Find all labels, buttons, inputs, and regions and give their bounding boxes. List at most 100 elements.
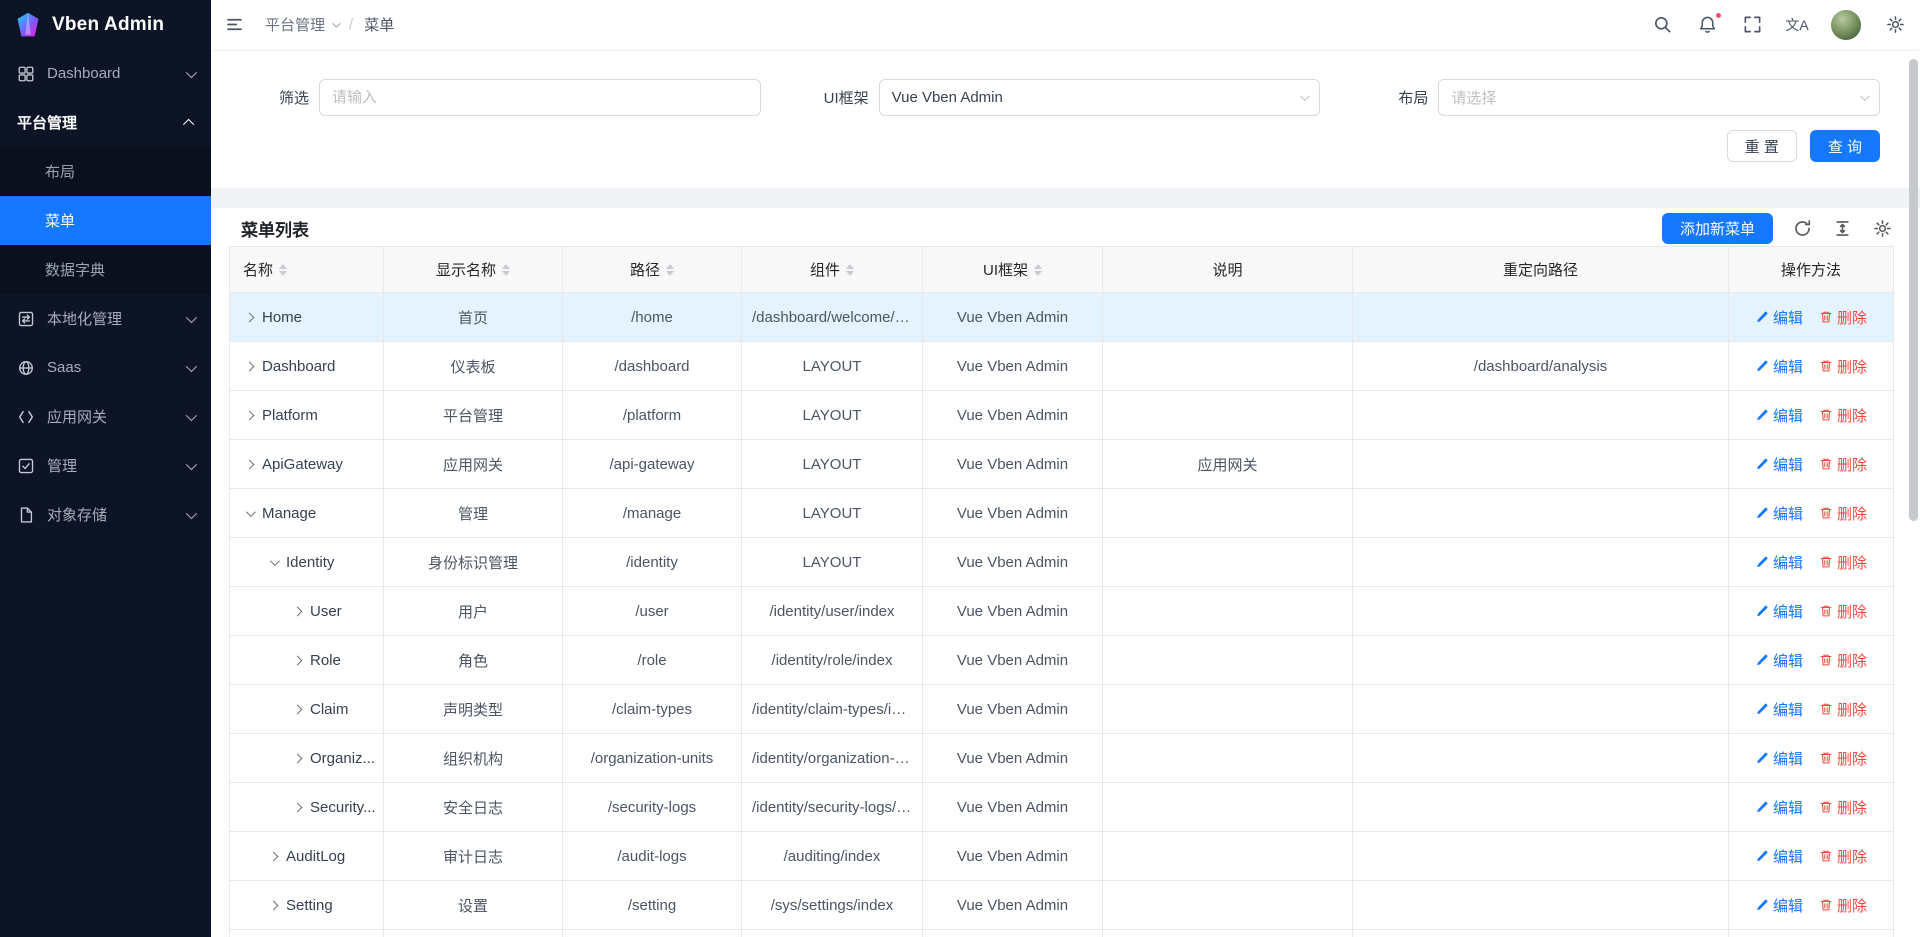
row-expand-caret[interactable] bbox=[270, 556, 280, 566]
delete-button[interactable]: 删除 bbox=[1819, 405, 1867, 426]
delete-button[interactable]: 删除 bbox=[1819, 895, 1867, 916]
edit-button[interactable]: 编辑 bbox=[1755, 552, 1803, 573]
add-menu-button[interactable]: 添加新菜单 bbox=[1662, 213, 1773, 244]
select-placeholder: 请选择 bbox=[1451, 87, 1496, 108]
sidebar-item-localization[interactable]: 本地化管理 bbox=[0, 294, 211, 343]
ui-framework-select[interactable]: Vue Vben Admin bbox=[879, 79, 1321, 116]
sidebar-item-manage[interactable]: 管理 bbox=[0, 441, 211, 490]
row-height-icon[interactable] bbox=[1832, 218, 1853, 239]
table-row[interactable]: Claim声明类型/claim-types/identity/claim-typ… bbox=[230, 685, 1894, 734]
notification-bell-icon[interactable] bbox=[1696, 14, 1718, 36]
column-header[interactable]: 路径 bbox=[563, 247, 742, 293]
row-expand-caret[interactable] bbox=[293, 802, 303, 812]
edit-button[interactable]: 编辑 bbox=[1755, 601, 1803, 622]
sidebar-item-menu[interactable]: 菜单 bbox=[0, 196, 211, 245]
search-icon[interactable] bbox=[1651, 14, 1673, 36]
column-header[interactable]: UI框架 bbox=[923, 247, 1103, 293]
table-row[interactable]: Setting设置/setting/sys/settings/indexVue … bbox=[230, 881, 1894, 930]
table-row[interactable]: Security...安全日志/security-logs/identity/s… bbox=[230, 783, 1894, 832]
edit-button[interactable]: 编辑 bbox=[1755, 454, 1803, 475]
delete-button[interactable]: 删除 bbox=[1819, 503, 1867, 524]
breadcrumb-label: 平台管理 bbox=[265, 14, 325, 35]
breadcrumb-item-menu[interactable]: 菜单 bbox=[364, 14, 394, 35]
delete-button[interactable]: 删除 bbox=[1819, 748, 1867, 769]
topbar-actions: 文A bbox=[1651, 10, 1906, 40]
keyword-input[interactable] bbox=[319, 79, 761, 116]
cell-display-name: 首页 bbox=[384, 293, 563, 342]
sidebar-item-storage[interactable]: 对象存储 bbox=[0, 490, 211, 539]
cell-ui-framework: Vue Vben Admin bbox=[923, 293, 1103, 342]
row-expand-caret[interactable] bbox=[293, 704, 303, 714]
column-header-label: 操作方法 bbox=[1781, 259, 1841, 280]
row-expand-caret[interactable] bbox=[269, 900, 279, 910]
table-row[interactable]: Organiz...组织机构/organization-units/identi… bbox=[230, 734, 1894, 783]
edit-button[interactable]: 编辑 bbox=[1755, 699, 1803, 720]
row-expand-caret[interactable] bbox=[246, 507, 256, 517]
table-row[interactable]: Identity身份标识管理/identityLAYOUTVue Vben Ad… bbox=[230, 538, 1894, 587]
table-row[interactable]: Role角色/role/identity/role/indexVue Vben … bbox=[230, 636, 1894, 685]
refresh-icon[interactable] bbox=[1792, 218, 1813, 239]
delete-button[interactable]: 删除 bbox=[1819, 454, 1867, 475]
row-expand-caret[interactable] bbox=[245, 312, 255, 322]
row-expand-caret[interactable] bbox=[245, 459, 255, 469]
delete-button[interactable]: 删除 bbox=[1819, 846, 1867, 867]
settings-gear-icon[interactable] bbox=[1884, 14, 1906, 36]
edit-button[interactable]: 编辑 bbox=[1755, 405, 1803, 426]
delete-button[interactable]: 删除 bbox=[1819, 650, 1867, 671]
row-expand-caret[interactable] bbox=[293, 606, 303, 616]
edit-button[interactable]: 编辑 bbox=[1755, 895, 1803, 916]
edit-button[interactable]: 编辑 bbox=[1755, 650, 1803, 671]
cell-ui-framework: Vue Vben Admin bbox=[923, 832, 1103, 881]
row-expand-caret[interactable] bbox=[293, 753, 303, 763]
sidebar-item-gateway[interactable]: 应用网关 bbox=[0, 392, 211, 441]
table-row[interactable]: Manage管理/manageLAYOUTVue Vben Admin编辑删除 bbox=[230, 489, 1894, 538]
edit-button[interactable]: 编辑 bbox=[1755, 797, 1803, 818]
column-header[interactable]: 显示名称 bbox=[384, 247, 563, 293]
delete-button[interactable]: 删除 bbox=[1819, 601, 1867, 622]
cell-component: /identity/user/index bbox=[742, 587, 923, 636]
row-expand-caret[interactable] bbox=[245, 410, 255, 420]
cell-actions: 编辑删除 bbox=[1729, 734, 1894, 783]
menu-fold-icon[interactable] bbox=[223, 14, 245, 36]
row-expand-caret[interactable] bbox=[269, 851, 279, 861]
query-button[interactable]: 查 询 bbox=[1810, 130, 1880, 162]
edit-button[interactable]: 编辑 bbox=[1755, 307, 1803, 328]
edit-button[interactable]: 编辑 bbox=[1755, 356, 1803, 377]
edit-button[interactable]: 编辑 bbox=[1755, 503, 1803, 524]
column-header[interactable]: 组件 bbox=[742, 247, 923, 293]
table-settings-gear-icon[interactable] bbox=[1872, 218, 1893, 239]
table-row[interactable]: ApiGateway应用网关/api-gatewayLAYOUTVue Vben… bbox=[230, 440, 1894, 489]
cell-display-name: 仪表板 bbox=[384, 342, 563, 391]
reset-button[interactable]: 重 置 bbox=[1727, 130, 1797, 162]
sidebar-item-platform[interactable]: 平台管理 bbox=[0, 98, 211, 147]
sidebar-item-dict[interactable]: 数据字典 bbox=[0, 245, 211, 294]
cell-redirect-path bbox=[1353, 734, 1729, 783]
breadcrumb-item-platform[interactable]: 平台管理 bbox=[265, 14, 338, 35]
table-row[interactable]: User用户/user/identity/user/indexVue Vben … bbox=[230, 587, 1894, 636]
row-expand-caret[interactable] bbox=[293, 655, 303, 665]
delete-button[interactable]: 删除 bbox=[1819, 307, 1867, 328]
table-row[interactable]: Platform平台管理/platformLAYOUTVue Vben Admi… bbox=[230, 391, 1894, 440]
logo[interactable]: Vben Admin bbox=[0, 0, 211, 49]
table-row[interactable]: Home首页/home/dashboard/welcome/in...Vue V… bbox=[230, 293, 1894, 342]
row-expand-caret[interactable] bbox=[245, 361, 255, 371]
fullscreen-icon[interactable] bbox=[1741, 14, 1763, 36]
page-scrollbar[interactable] bbox=[1909, 53, 1919, 933]
delete-button[interactable]: 删除 bbox=[1819, 797, 1867, 818]
delete-button[interactable]: 删除 bbox=[1819, 699, 1867, 720]
table-row[interactable]: Dashboard仪表板/dashboardLAYOUTVue Vben Adm… bbox=[230, 342, 1894, 391]
delete-button[interactable]: 删除 bbox=[1819, 356, 1867, 377]
delete-button[interactable]: 删除 bbox=[1819, 552, 1867, 573]
column-header[interactable]: 名称 bbox=[230, 247, 384, 293]
sidebar-item-layout[interactable]: 布局 bbox=[0, 147, 211, 196]
edit-button[interactable]: 编辑 bbox=[1755, 846, 1803, 867]
layout-select[interactable]: 请选择 bbox=[1438, 79, 1880, 116]
table-row[interactable]: AuditLog审计日志/audit-logs/auditing/indexVu… bbox=[230, 832, 1894, 881]
sidebar-item-dashboard[interactable]: Dashboard bbox=[0, 49, 211, 98]
chevron-down-icon bbox=[186, 311, 197, 322]
edit-button[interactable]: 编辑 bbox=[1755, 748, 1803, 769]
sidebar-item-saas[interactable]: Saas bbox=[0, 343, 211, 392]
scrollbar-thumb[interactable] bbox=[1909, 59, 1918, 521]
translate-icon[interactable]: 文A bbox=[1786, 14, 1808, 36]
avatar[interactable] bbox=[1831, 10, 1861, 40]
